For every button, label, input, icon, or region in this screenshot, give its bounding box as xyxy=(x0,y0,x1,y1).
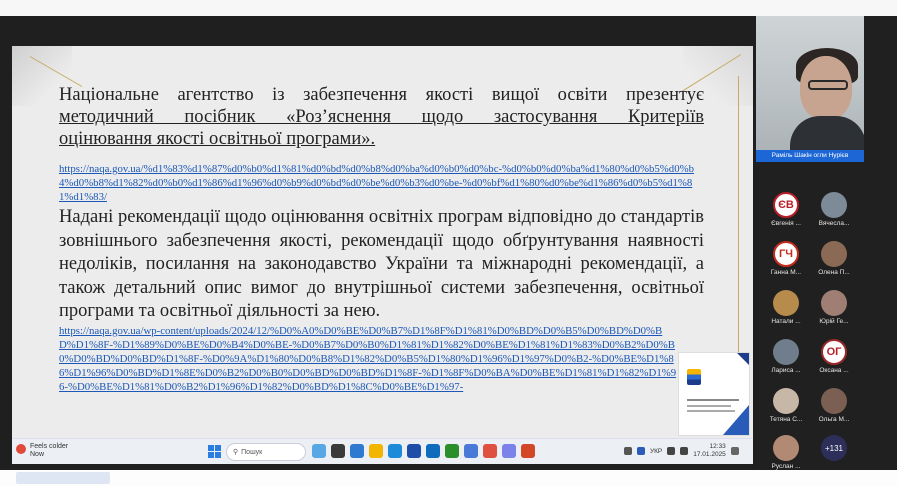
viber-icon[interactable] xyxy=(464,444,478,458)
mail-icon[interactable] xyxy=(426,444,440,458)
notification-icon[interactable] xyxy=(730,447,739,455)
taskbar-search[interactable]: ⚲ Пошук xyxy=(226,443,306,461)
avatar xyxy=(821,192,847,218)
opera-icon[interactable] xyxy=(483,444,497,458)
slide-body-text: Надані рекомендації щодо оцінювання осві… xyxy=(59,207,704,321)
clock-date: 17.01.2025 xyxy=(693,451,726,458)
participant-name: Руслан ... xyxy=(771,463,801,470)
avatar: ЄВ xyxy=(773,192,799,218)
widget-icon[interactable] xyxy=(312,444,326,458)
more-participants-button[interactable]: +131 xyxy=(814,435,854,461)
participant-tile[interactable]: Юрій Ге... xyxy=(814,290,854,325)
clock-time: 12:33 xyxy=(709,443,726,450)
participant-name: Олена П... xyxy=(818,269,850,276)
document-link[interactable]: https://naqa.gov.ua/wp-content/uploads/2… xyxy=(59,324,679,394)
participant-tile[interactable]: ЄВ Євгенія ... xyxy=(766,192,806,227)
slide-title: Національне агентство із забезпечення як… xyxy=(59,84,704,150)
more-participants-count: +131 xyxy=(821,435,847,461)
participant-tile[interactable]: Вячесла... xyxy=(814,192,854,227)
participant-name: Ольга М... xyxy=(818,416,850,423)
avatar xyxy=(821,290,847,316)
participant-tile[interactable]: ГЧ Ганна М... xyxy=(766,241,806,276)
search-placeholder: Пошук xyxy=(241,448,263,456)
participant-name: Вячесла... xyxy=(818,220,850,227)
avatar xyxy=(773,388,799,414)
naqa-logo-icon xyxy=(687,369,701,385)
top-bar xyxy=(0,0,897,16)
participant-tile[interactable]: Натали ... xyxy=(766,290,806,325)
app-tray-icon[interactable] xyxy=(637,447,645,455)
avatar: ГЧ xyxy=(773,241,799,267)
store-icon[interactable] xyxy=(350,444,364,458)
participants-panel: Раміль Шакін огли Нурієв ЄВ Євгенія ... … xyxy=(756,16,897,470)
telegram-icon[interactable] xyxy=(407,444,421,458)
bottom-tab[interactable] xyxy=(16,472,110,484)
slide-content: Національне агентство із забезпечення як… xyxy=(59,84,704,394)
title-line-1: Національне агентство із забезпечення як… xyxy=(59,85,704,105)
participant-tile[interactable]: Ольга М... xyxy=(814,388,854,423)
edge-icon[interactable] xyxy=(388,444,402,458)
system-tray: УКР 12:33 17.01.2025 xyxy=(624,443,739,459)
avatar xyxy=(773,339,799,365)
search-icon: ⚲ xyxy=(233,449,239,456)
windows-taskbar: Feels colder Now ⚲ Пошук УКР 12:33 17.01… xyxy=(12,438,753,464)
shared-screen: Національне агентство із забезпечення як… xyxy=(12,46,753,464)
avatar xyxy=(773,435,799,461)
participant-tile[interactable]: Олена П... xyxy=(814,241,854,276)
participant-name: Натали ... xyxy=(771,318,801,325)
avatar xyxy=(821,241,847,267)
slide-thumbnail xyxy=(678,352,750,436)
teams-icon[interactable] xyxy=(502,444,516,458)
avatar: ОГ xyxy=(821,339,847,365)
chrome-icon[interactable] xyxy=(445,444,459,458)
participant-name: Тетяна С... xyxy=(769,416,803,423)
task-view-icon[interactable] xyxy=(331,444,345,458)
participant-tile[interactable]: Лариса ... xyxy=(766,339,806,374)
bottom-bar xyxy=(0,470,897,486)
weather-icon xyxy=(16,444,26,454)
participant-name: Ганна М... xyxy=(770,269,802,276)
language-indicator[interactable]: УКР xyxy=(650,448,662,455)
clock[interactable]: 12:33 17.01.2025 xyxy=(693,443,726,459)
taskbar-apps xyxy=(312,444,535,458)
presentation-slide: Національне агентство із забезпечення як… xyxy=(12,46,753,438)
weather-sub: Now xyxy=(30,451,45,458)
participant-tile[interactable]: ОГ Оксана ... xyxy=(814,339,854,374)
speaker-video[interactable]: Раміль Шакін огли Нурієв xyxy=(756,16,864,162)
title-line-3: оцінювання якості освітньої програми». xyxy=(59,129,376,149)
wifi-icon[interactable] xyxy=(667,447,676,455)
chevron-up-icon[interactable] xyxy=(624,447,632,455)
powerpoint-icon[interactable] xyxy=(521,444,535,458)
methodology-link[interactable]: https://naqa.gov.ua/%d1%83%d1%87%d0%b0%d… xyxy=(59,162,704,204)
windows-start-icon[interactable] xyxy=(208,445,221,458)
participant-name: Юрій Ге... xyxy=(819,318,849,325)
title-line-2: методичний посібник «Роз’яснення щодо за… xyxy=(59,107,704,127)
participant-tile[interactable]: Тетяна С... xyxy=(766,388,806,423)
participant-name: Лариса ... xyxy=(771,367,801,374)
weather-title: Feels colder xyxy=(30,443,69,450)
participant-name: Євгенія ... xyxy=(771,220,801,227)
speaker-name: Раміль Шакін огли Нурієв xyxy=(756,150,864,162)
volume-icon[interactable] xyxy=(680,447,689,455)
participant-tile[interactable]: Руслан ... xyxy=(766,435,806,470)
participant-name: Оксана ... xyxy=(819,367,849,374)
avatar xyxy=(773,290,799,316)
avatar xyxy=(821,388,847,414)
folder-icon[interactable] xyxy=(369,444,383,458)
weather-widget[interactable]: Feels colder Now xyxy=(16,443,68,459)
